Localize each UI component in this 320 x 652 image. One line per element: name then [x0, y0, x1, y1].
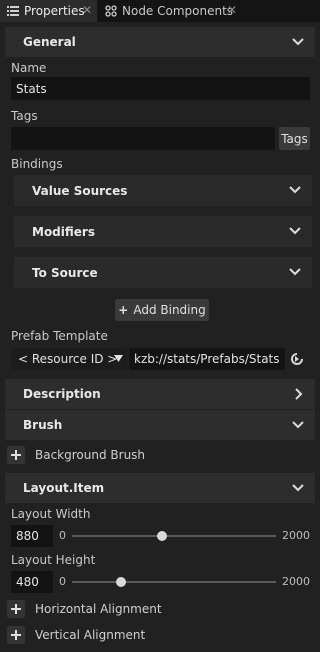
layout-width-field[interactable]: 880 — [11, 525, 53, 547]
layout-width-min: 0 — [59, 529, 66, 542]
components-icon — [104, 4, 118, 18]
name-field[interactable]: Stats — [11, 77, 310, 100]
tags-label: Tags — [11, 109, 38, 123]
section-layout-item[interactable]: Layout.Item — [5, 473, 315, 503]
resource-id-label: < Resource ID > — [18, 352, 118, 366]
layout-height-label: Layout Height — [11, 553, 96, 567]
name-label: Name — [11, 61, 47, 75]
layout-height-max: 2000 — [282, 575, 310, 588]
plus-icon: + — [118, 303, 129, 317]
chevron-down-icon — [289, 268, 301, 276]
tab-node-components[interactable]: Node Components ✕ — [100, 0, 246, 22]
layout-width-slider[interactable] — [72, 535, 276, 537]
layout-width-label: Layout Width — [11, 507, 91, 521]
tab-bar: Properties ✕ Node Components ✕ — [0, 0, 320, 22]
chevron-down-icon — [289, 227, 301, 235]
list-icon — [6, 4, 20, 18]
section-layout-item-title: Layout.Item — [23, 481, 105, 495]
close-icon[interactable]: ✕ — [81, 4, 93, 16]
navigate-arrow-icon[interactable] — [289, 351, 305, 367]
section-description[interactable]: Description — [5, 379, 315, 409]
tab-node-components-label: Node Components — [122, 4, 234, 18]
plus-icon — [11, 630, 21, 640]
chevron-down-icon — [292, 38, 304, 46]
vertical-alignment-label: Vertical Alignment — [35, 628, 146, 642]
layout-width-slider-handle[interactable] — [156, 531, 167, 541]
close-icon[interactable]: ✕ — [226, 4, 238, 16]
bindings-value-sources[interactable]: Value Sources — [14, 175, 312, 206]
to-source-label: To Source — [32, 265, 98, 280]
chevron-down-icon — [289, 186, 301, 194]
layout-height-slider[interactable] — [72, 581, 276, 583]
prefab-path-field[interactable]: kzb://stats/Prefabs/Stats — [129, 348, 285, 370]
tags-button[interactable]: Tags — [279, 127, 310, 150]
add-background-brush-button[interactable] — [7, 446, 25, 464]
plus-icon — [11, 450, 21, 460]
layout-height-field[interactable]: 480 — [11, 571, 53, 593]
section-description-title: Description — [23, 387, 101, 401]
section-brush[interactable]: Brush — [5, 410, 315, 440]
layout-height-slider-handle[interactable] — [115, 577, 126, 587]
add-vertical-alignment-button[interactable] — [7, 626, 25, 644]
value-sources-label: Value Sources — [32, 183, 128, 198]
bindings-to-source[interactable]: To Source — [14, 257, 312, 288]
bindings-label: Bindings — [11, 157, 63, 171]
tags-field[interactable] — [11, 127, 275, 150]
horizontal-alignment-label: Horizontal Alignment — [35, 602, 162, 616]
section-brush-title: Brush — [23, 418, 63, 432]
bindings-modifiers[interactable]: Modifiers — [14, 216, 312, 247]
plus-icon — [11, 604, 21, 614]
layout-width-max: 2000 — [282, 529, 310, 542]
add-horizontal-alignment-button[interactable] — [7, 600, 25, 618]
modifiers-label: Modifiers — [32, 224, 95, 239]
background-brush-label: Background Brush — [35, 448, 146, 462]
chevron-down-icon — [292, 421, 304, 429]
add-binding-label: Add Binding — [133, 303, 206, 317]
add-binding-button[interactable]: + Add Binding — [115, 299, 209, 321]
prefab-template-label: Prefab Template — [11, 329, 108, 343]
resource-id-dropdown[interactable]: < Resource ID > — [11, 348, 127, 370]
layout-height-min: 0 — [59, 575, 66, 588]
section-general[interactable]: General — [5, 27, 315, 57]
section-general-title: General — [23, 35, 76, 49]
chevron-right-icon — [295, 388, 303, 400]
tab-properties-label: Properties — [24, 4, 85, 18]
triangle-down-icon — [114, 355, 123, 362]
chevron-down-icon — [292, 484, 304, 492]
tab-properties[interactable]: Properties ✕ — [0, 0, 97, 22]
